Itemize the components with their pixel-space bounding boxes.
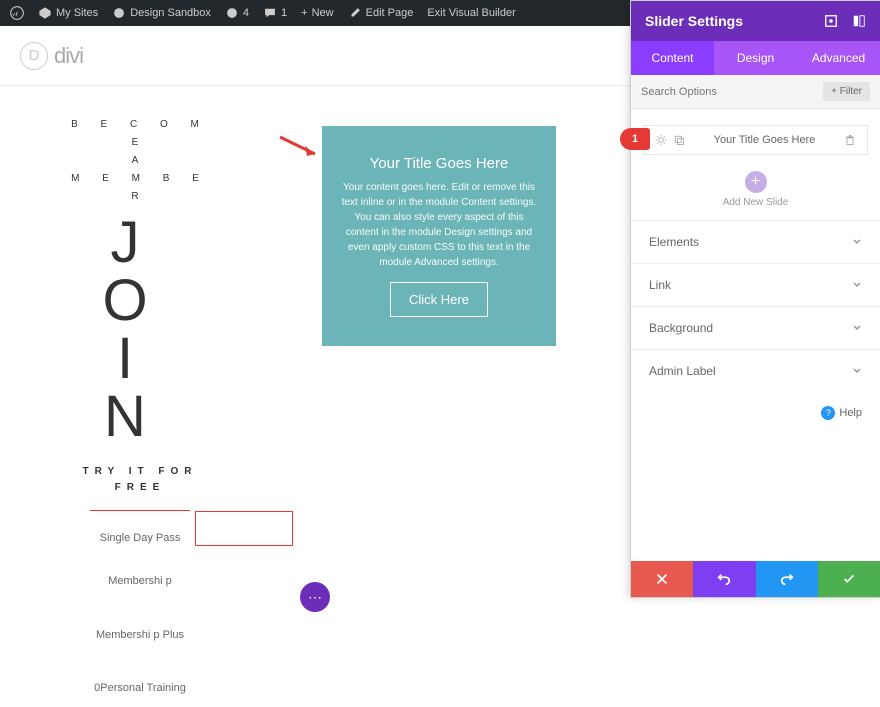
chevron-down-icon — [852, 237, 862, 247]
annotation-badge: 1 — [620, 128, 650, 150]
panel-title: Slider Settings — [645, 13, 743, 29]
settings-panel: Slider Settings Content Design Advanced … — [630, 0, 880, 598]
tab-advanced[interactable]: Advanced — [797, 41, 880, 75]
slider-module[interactable]: Your Title Goes Here Your content goes h… — [322, 126, 556, 346]
redo-button[interactable] — [756, 561, 818, 597]
annotation-arrow — [275, 132, 325, 162]
add-slide-button[interactable]: + — [745, 171, 767, 193]
chevron-down-icon — [852, 366, 862, 376]
help-link[interactable]: ?Help — [631, 392, 880, 434]
wp-logo[interactable] — [4, 0, 30, 26]
snap-icon[interactable] — [852, 14, 866, 28]
tab-design[interactable]: Design — [714, 41, 797, 75]
updates[interactable]: 4 — [219, 0, 255, 26]
comments[interactable]: 1 — [257, 0, 293, 26]
search-input[interactable] — [641, 86, 823, 98]
filter-button[interactable]: + Filter — [823, 82, 870, 101]
selection-outline — [195, 511, 293, 546]
exit-visual-builder[interactable]: Exit Visual Builder — [421, 0, 521, 26]
section-link[interactable]: Link — [631, 263, 880, 306]
cancel-button[interactable] — [631, 561, 693, 597]
slide-body[interactable]: Your content goes here. Edit or remove t… — [338, 180, 540, 270]
price-item[interactable]: 0Personal Training — [60, 681, 220, 696]
sidebar-text: B E C O M E A M E M B E R J O I N TRY IT… — [60, 116, 220, 707]
price-item[interactable]: Membershi p — [60, 574, 220, 589]
fab-more[interactable]: ⋯ — [300, 582, 330, 612]
section-elements[interactable]: Elements — [631, 220, 880, 263]
slide-title[interactable]: Your Title Goes Here — [370, 155, 509, 172]
site-name[interactable]: Design Sandbox — [106, 0, 217, 26]
price-item[interactable]: Membershi p Plus — [60, 628, 220, 643]
slide-button[interactable]: Click Here — [390, 282, 488, 317]
slide-item[interactable]: 1 Your Title Goes Here — [643, 125, 868, 155]
duplicate-icon[interactable] — [673, 134, 685, 146]
my-sites[interactable]: My Sites — [32, 0, 104, 26]
save-button[interactable] — [818, 561, 880, 597]
logo[interactable]: Ddivi — [20, 42, 83, 70]
undo-button[interactable] — [693, 561, 755, 597]
section-background[interactable]: Background — [631, 306, 880, 349]
section-admin-label[interactable]: Admin Label — [631, 349, 880, 392]
expand-icon[interactable] — [824, 14, 838, 28]
tab-content[interactable]: Content — [631, 41, 714, 75]
new[interactable]: +New — [295, 0, 339, 26]
chevron-down-icon — [852, 323, 862, 333]
trash-icon[interactable] — [844, 134, 856, 146]
gear-icon[interactable] — [655, 134, 667, 146]
panel-tabs: Content Design Advanced — [631, 41, 880, 75]
help-icon: ? — [821, 406, 835, 420]
chevron-down-icon — [852, 280, 862, 290]
slide-label: Your Title Goes Here — [688, 134, 841, 146]
edit-page[interactable]: Edit Page — [342, 0, 420, 26]
add-slide-label: Add New Slide — [631, 197, 880, 208]
